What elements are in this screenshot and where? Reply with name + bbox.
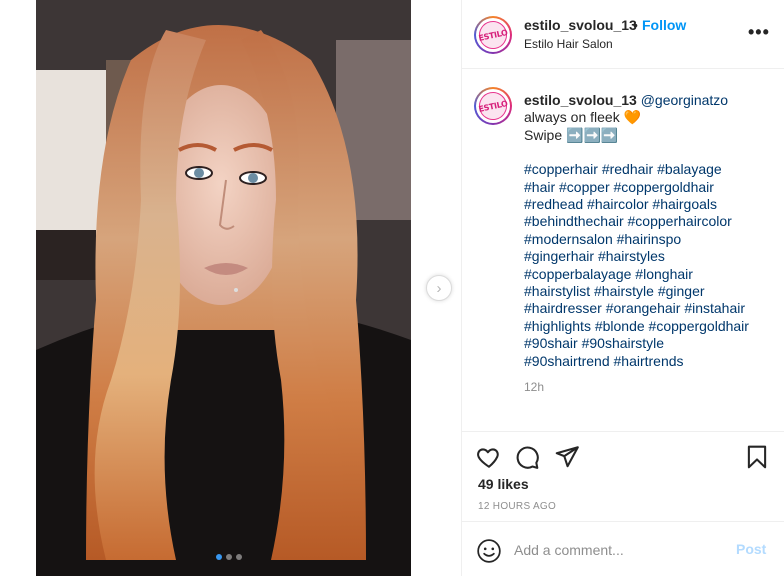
hashtag-line[interactable]: #hairstylist #hairstyle #ginger bbox=[524, 283, 705, 299]
hashtag-line[interactable]: #copperhair #redhair #balayage bbox=[524, 161, 722, 177]
carousel-dot bbox=[226, 554, 232, 560]
paper-plane-icon[interactable] bbox=[554, 444, 580, 475]
hashtag-line[interactable]: #hair #copper #coppergoldhair bbox=[524, 179, 714, 195]
carousel-indicator bbox=[216, 554, 242, 560]
hashtag-line[interactable]: #copperbalayage #longhair bbox=[524, 266, 693, 282]
post-details-pane: ESTILO estilo_svolou_13 • Follow Estilo … bbox=[462, 0, 784, 576]
comment-input[interactable] bbox=[514, 538, 724, 562]
post-timestamp: 12 HOURS AGO bbox=[478, 501, 557, 512]
avatar-ring: ESTILO bbox=[476, 89, 510, 123]
header-username[interactable]: estilo_svolou_13 bbox=[524, 17, 637, 33]
hashtag-line[interactable]: #hairdresser #orangehair #instahair bbox=[524, 300, 745, 316]
hashtag-block: #copperhair #redhair #balayage #hair #co… bbox=[524, 161, 776, 370]
caption-mention[interactable]: @georginatzo bbox=[641, 92, 728, 108]
salon-logo: ESTILO bbox=[476, 89, 510, 123]
caption-avatar[interactable]: ESTILO bbox=[474, 87, 512, 125]
caption-area: ESTILO estilo_svolou_13 @georginatzo alw… bbox=[462, 69, 784, 431]
more-options-icon[interactable]: ••• bbox=[748, 22, 770, 43]
hashtag-line[interactable]: #90shair #90shairstyle bbox=[524, 335, 664, 351]
avatar-ring: ESTILO bbox=[476, 18, 510, 52]
post-photo[interactable] bbox=[36, 0, 411, 576]
hashtag-line[interactable]: #redhead #haircolor #hairgoals bbox=[524, 196, 717, 212]
likes-count[interactable]: 49 likes bbox=[478, 476, 529, 492]
location-link[interactable]: Estilo Hair Salon bbox=[524, 37, 613, 51]
bookmark-icon[interactable] bbox=[744, 444, 770, 475]
comment-icon[interactable] bbox=[514, 444, 540, 475]
heart-icon[interactable] bbox=[476, 444, 502, 475]
salon-logo: ESTILO bbox=[476, 18, 510, 52]
media-pane: › bbox=[0, 0, 462, 576]
hashtag-line[interactable]: #gingerhair #hairstyles bbox=[524, 248, 665, 264]
caption-line: Swipe ➡️➡️➡️ bbox=[524, 126, 619, 143]
avatar[interactable]: ESTILO bbox=[474, 16, 512, 54]
hashtag-line[interactable]: #modernsalon #hairinspo bbox=[524, 231, 681, 247]
post-header: ESTILO estilo_svolou_13 • Follow Estilo … bbox=[462, 0, 784, 69]
next-slide-button[interactable]: › bbox=[426, 275, 452, 301]
carousel-dot bbox=[236, 554, 242, 560]
hashtag-line[interactable]: #behindthechair #copperhaircolor bbox=[524, 213, 732, 229]
header-separator: • bbox=[633, 17, 638, 33]
smiley-icon[interactable] bbox=[476, 538, 502, 569]
caption-username[interactable]: estilo_svolou_13 bbox=[524, 92, 637, 108]
carousel-dot-active bbox=[216, 554, 222, 560]
caption-text: estilo_svolou_13 @georginatzo always on … bbox=[524, 92, 776, 370]
hashtag-line[interactable]: #highlights #blonde #coppergoldhair bbox=[524, 318, 749, 334]
comment-composer: Post bbox=[462, 521, 784, 576]
caption-timestamp[interactable]: 12h bbox=[524, 380, 544, 394]
caption-line: always on fleek 🧡 bbox=[524, 109, 642, 126]
portrait-illustration bbox=[36, 0, 411, 576]
action-bar: 49 likes 12 HOURS AGO bbox=[462, 431, 784, 521]
hashtag-line[interactable]: #90shairtrend #hairtrends bbox=[524, 353, 684, 369]
post-comment-button[interactable]: Post bbox=[736, 541, 766, 557]
follow-button[interactable]: Follow bbox=[642, 17, 686, 33]
